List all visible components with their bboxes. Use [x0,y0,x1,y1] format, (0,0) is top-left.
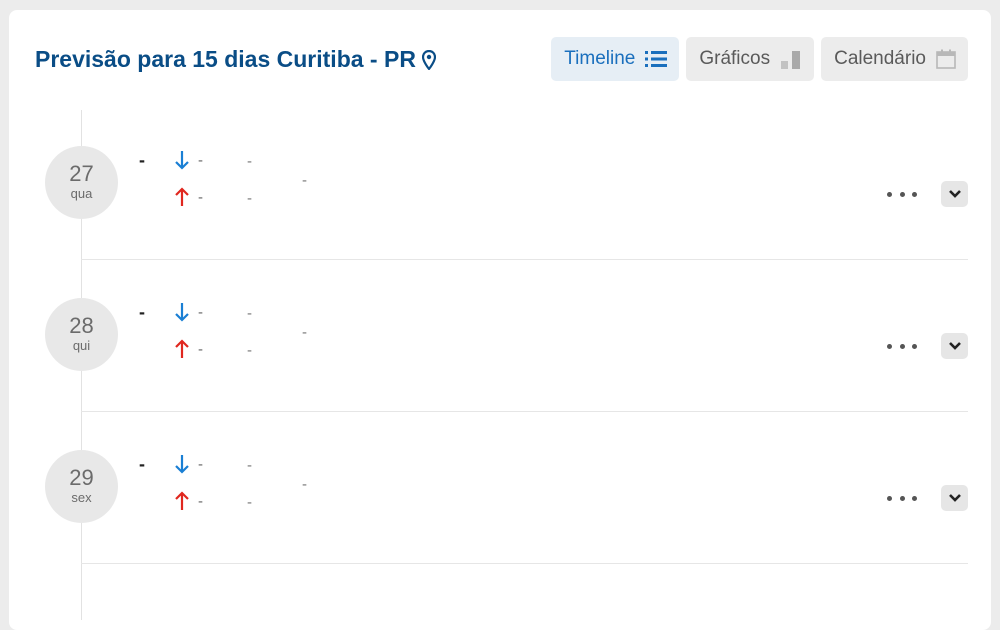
weather-summary: - [139,302,145,322]
page-title-text: Previsão para 15 dias Curitiba - PR [35,46,416,72]
min-temp: - [174,454,203,474]
min-temp-value: - [198,455,203,473]
tab-calendario-label: Calendário [834,48,926,69]
max-temp-value: - [198,188,203,206]
max-temp: - [174,187,203,207]
max-temp: - [174,491,203,511]
day-row: 29 sex - - - - - - [9,412,991,564]
chevron-down-icon [948,341,962,351]
tab-graficos-label: Gráficos [699,48,771,69]
max-temp-value: - [198,340,203,358]
date-circle: 28 qui [45,298,118,371]
min-extra: - [247,305,252,322]
max-extra: - [247,494,252,511]
tab-graficos[interactable]: Gráficos [686,37,815,81]
max-extra: - [247,190,252,207]
list-icon [645,50,668,68]
min-temp-value: - [198,151,203,169]
chevron-down-icon [948,189,962,199]
more-options-button[interactable] [887,491,917,505]
location-pin-icon [421,49,436,70]
arrow-up-icon [174,187,190,207]
calendar-icon [936,49,956,69]
weekday-label: qui [72,338,91,353]
day-row: 28 qui - - - - - - [9,260,991,412]
date-circle: 29 sex [45,450,118,523]
min-temp-value: - [198,303,203,321]
min-extra: - [247,457,252,474]
chevron-down-icon [948,493,962,503]
weather-summary: - [139,454,145,474]
arrow-up-icon [174,339,190,359]
weather-detail: - [302,172,307,189]
date-number: 28 [69,313,94,338]
weather-summary: - [139,150,145,170]
tab-timeline[interactable]: Timeline [551,37,680,81]
arrow-down-icon [174,454,190,474]
tab-calendario[interactable]: Calendário [821,37,968,81]
weekday-label: qua [70,186,93,201]
weather-detail: - [302,476,307,493]
min-extra: - [247,153,252,170]
expand-button[interactable] [941,485,968,511]
arrow-up-icon [174,491,190,511]
view-tabs: Timeline Gráficos Calendário [551,37,968,81]
forecast-card: Previsão para 15 dias Curitiba - PR Time… [9,10,991,630]
day-row: 27 qua - - - - - - [9,108,991,260]
date-number: 29 [69,465,94,490]
more-options-button[interactable] [887,187,917,201]
arrow-down-icon [174,150,190,170]
min-temp: - [174,150,203,170]
date-circle: 27 qua [45,146,118,219]
expand-button[interactable] [941,333,968,359]
max-extra: - [247,342,252,359]
min-temp: - [174,302,203,322]
tab-timeline-label: Timeline [564,48,636,69]
page-title: Previsão para 15 dias Curitiba - PR [35,46,436,73]
more-options-button[interactable] [887,339,917,353]
weather-detail: - [302,324,307,341]
expand-button[interactable] [941,181,968,207]
arrow-down-icon [174,302,190,322]
date-number: 27 [69,161,94,186]
max-temp: - [174,339,203,359]
row-divider [81,563,968,564]
max-temp-value: - [198,492,203,510]
weekday-label: sex [71,490,92,505]
bar-chart-icon [780,49,802,69]
